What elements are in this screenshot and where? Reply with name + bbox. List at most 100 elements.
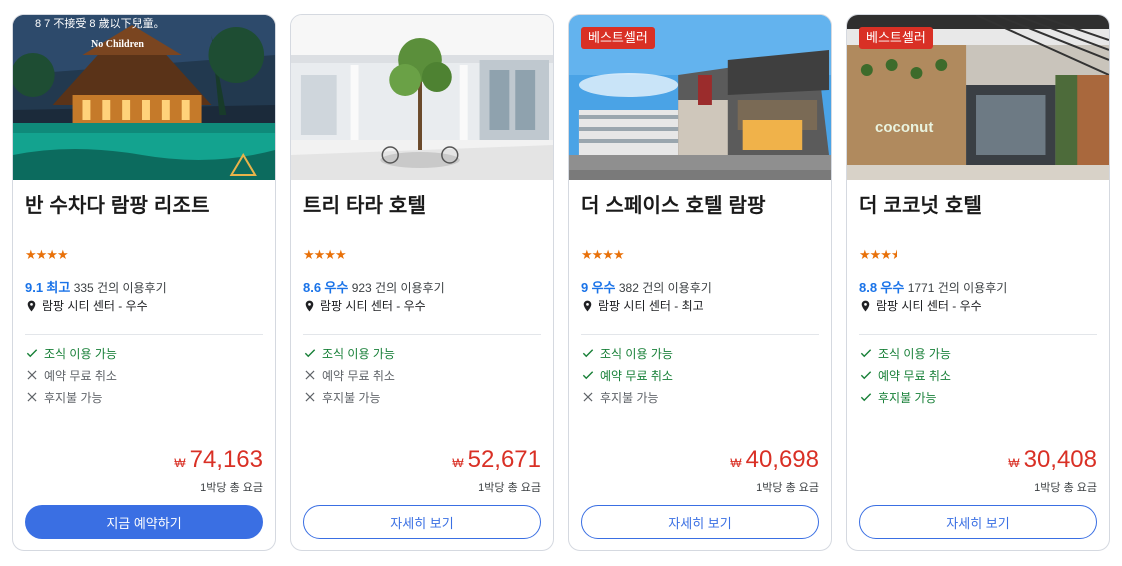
hotel-photo[interactable]: 베스트셀러 xyxy=(569,15,831,180)
amenity-item: 후지불 가능 xyxy=(25,386,117,408)
review-summary: 8.6 우수 923 건의 이용후기 xyxy=(303,277,445,296)
hotel-name[interactable]: 더 코코넛 호텔 xyxy=(859,189,982,218)
star-full: ★★★ xyxy=(859,247,892,262)
currency-symbol: ₩ xyxy=(452,456,464,470)
cross-icon xyxy=(583,392,593,402)
location-pin-icon xyxy=(27,300,36,311)
amenity-label: 조식 이용 가능 xyxy=(878,346,951,361)
review-score-label: 최고 xyxy=(46,280,71,295)
amenity-label: 예약 무료 취소 xyxy=(44,368,117,383)
amenity-item: 조식 이용 가능 xyxy=(859,342,951,364)
review-count: 335 건의 이용후기 xyxy=(73,281,167,295)
review-score-label: 우수 xyxy=(880,280,905,295)
location: 람팡 시티 센터 - 우수 xyxy=(303,297,426,314)
review-score: 9 xyxy=(581,280,589,295)
hotel-name[interactable]: 더 스페이스 호텔 람팡 xyxy=(581,189,766,218)
view-details-button[interactable]: 자세히 보기 xyxy=(303,505,541,539)
review-score-label: 우수 xyxy=(324,280,349,295)
amenity-label: 조식 이용 가능 xyxy=(44,346,117,361)
price-note: 1박당 총 요금 xyxy=(1034,482,1097,494)
hotel-photo[interactable]: 8 7 不接受 8 歲以下兒童。 No Children xyxy=(13,15,275,180)
hotel-photo[interactable] xyxy=(291,15,553,180)
price: ₩ 74,163 xyxy=(174,446,263,474)
check-icon xyxy=(860,371,872,380)
divider xyxy=(25,334,263,335)
amenity-item: 조식 이용 가능 xyxy=(303,342,395,364)
location-text: 람팡 시티 센터 - 우수 xyxy=(42,299,148,313)
price-note: 1박당 총 요금 xyxy=(200,482,263,494)
price: ₩ 40,698 xyxy=(730,446,819,474)
hotel-card[interactable]: 8 7 不接受 8 歲以下兒童。 No Children 반 수차다 람팡 리조… xyxy=(12,14,276,551)
location: 람팡 시티 센터 - 우수 xyxy=(859,297,982,314)
amenity-item: 조식 이용 가능 xyxy=(581,342,673,364)
view-details-button[interactable]: 자세히 보기 xyxy=(859,505,1097,539)
photo-sign-text: No Children xyxy=(91,39,144,50)
review-score: 8.6 xyxy=(303,280,322,295)
hotel-photo[interactable]: coconut 베스트셀러 xyxy=(847,15,1109,180)
amenity-label: 후지불 가능 xyxy=(600,390,659,405)
cross-icon xyxy=(305,370,315,380)
amenity-label: 조식 이용 가능 xyxy=(322,346,395,361)
location-text: 람팡 시티 센터 - 우수 xyxy=(320,299,426,313)
hotel-card[interactable]: 트리 타라 호텔 ★★★★ 8.6 우수 923 건의 이용후기 람팡 시티 센… xyxy=(290,14,554,551)
photo-sign-text: coconut xyxy=(875,119,934,136)
currency-symbol: ₩ xyxy=(1008,456,1020,470)
star-rating: ★★★★ xyxy=(25,247,69,262)
review-summary: 9 우수 382 건의 이용후기 xyxy=(581,277,712,296)
price-amount: 52,671 xyxy=(467,446,541,473)
price-amount: 30,408 xyxy=(1023,446,1097,473)
amenity-list: 조식 이용 가능 예약 무료 취소 후지불 가능 xyxy=(303,342,395,408)
location-text: 람팡 시티 센터 - 최고 xyxy=(598,299,704,313)
cross-icon xyxy=(27,392,37,402)
price: ₩ 30,408 xyxy=(1008,446,1097,474)
currency-symbol: ₩ xyxy=(730,456,742,470)
hotel-name[interactable]: 반 수차다 람팡 리조트 xyxy=(25,189,210,218)
currency-symbol: ₩ xyxy=(174,456,186,470)
amenity-item: 조식 이용 가능 xyxy=(25,342,117,364)
star-half-icon: ★ xyxy=(891,247,897,263)
hotel-card-row: 8 7 不接受 8 歲以下兒童。 No Children 반 수차다 람팡 리조… xyxy=(0,0,1122,566)
check-icon xyxy=(582,371,594,380)
review-count: 923 건의 이용후기 xyxy=(351,281,445,295)
location: 람팡 시티 센터 - 우수 xyxy=(25,297,148,314)
price-amount: 74,163 xyxy=(189,446,263,473)
divider xyxy=(859,334,1097,335)
check-icon xyxy=(304,349,316,358)
bestseller-badge: 베스트셀러 xyxy=(581,27,655,49)
divider xyxy=(581,334,819,335)
view-details-button[interactable]: 자세히 보기 xyxy=(581,505,819,539)
star-rating: ★★★★ xyxy=(581,247,625,262)
review-summary: 8.8 우수 1771 건의 이용후기 xyxy=(859,277,1007,296)
divider xyxy=(303,334,541,335)
price-note: 1박당 총 요금 xyxy=(478,482,541,494)
review-summary: 9.1 최고 335 건의 이용후기 xyxy=(25,277,167,296)
review-score: 8.8 xyxy=(859,280,878,295)
hotel-name[interactable]: 트리 타라 호텔 xyxy=(303,189,426,218)
star-rating: ★★★★ xyxy=(859,247,897,263)
amenity-list: 조식 이용 가능 예약 무료 취소 후지불 가능 xyxy=(25,342,117,408)
amenity-item: 예약 무료 취소 xyxy=(859,364,951,386)
amenity-list: 조식 이용 가능 예약 무료 취소 후지불 가능 xyxy=(581,342,673,408)
book-now-button[interactable]: 지금 예약하기 xyxy=(25,505,263,539)
hotel-card[interactable]: 베스트셀러 더 스페이스 호텔 람팡 ★★★★ 9 우수 382 건의 이용후기… xyxy=(568,14,832,551)
amenity-item: 예약 무료 취소 xyxy=(303,364,395,386)
amenity-label: 예약 무료 취소 xyxy=(878,368,951,383)
amenity-label: 후지불 가능 xyxy=(322,390,381,405)
star-rating: ★★★★ xyxy=(303,247,347,262)
location-pin-icon xyxy=(861,300,870,311)
amenity-item: 예약 무료 취소 xyxy=(581,364,673,386)
price-amount: 40,698 xyxy=(745,446,819,473)
price-note: 1박당 총 요금 xyxy=(756,482,819,494)
review-score: 9.1 xyxy=(25,280,44,295)
amenity-item: 후지불 가능 xyxy=(859,386,951,408)
hotel-card[interactable]: coconut 베스트셀러 더 코코넛 호텔 ★★★★ 8.8 우수 1771 … xyxy=(846,14,1110,551)
cross-icon xyxy=(305,392,315,402)
check-icon xyxy=(582,349,594,358)
check-icon xyxy=(26,349,38,358)
location: 람팡 시티 센터 - 최고 xyxy=(581,297,704,314)
location-pin-icon xyxy=(583,300,592,311)
review-count: 382 건의 이용후기 xyxy=(618,281,712,295)
amenity-item: 후지불 가능 xyxy=(303,386,395,408)
amenity-label: 예약 무료 취소 xyxy=(322,368,395,383)
bestseller-badge: 베스트셀러 xyxy=(859,27,933,49)
